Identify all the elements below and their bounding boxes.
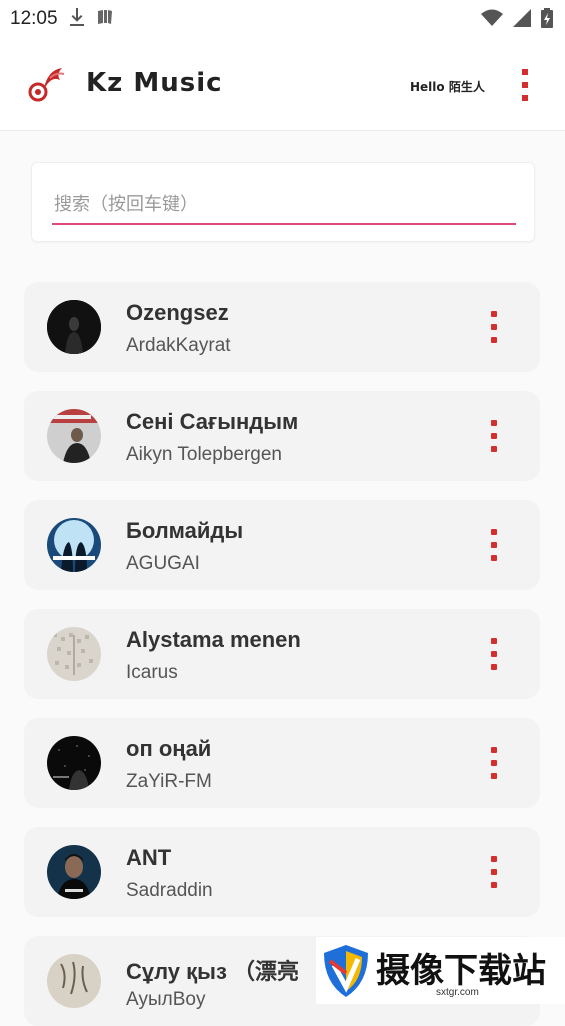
- book-icon: [96, 8, 114, 31]
- status-bar: 12:05: [0, 0, 565, 38]
- battery-icon: [541, 8, 553, 32]
- song-item[interactable]: Alystama menen Icarus: [24, 609, 540, 699]
- song-title: ANT: [126, 845, 172, 870]
- song-title: Ozengsez: [126, 300, 229, 325]
- song-more-button[interactable]: [488, 747, 500, 779]
- album-cover: [47, 954, 101, 1008]
- song-more-button[interactable]: [488, 638, 500, 670]
- song-item[interactable]: оп оңай ZaYiR-FM: [24, 718, 540, 808]
- song-more-button[interactable]: [488, 856, 500, 888]
- song-artist: AGUGAI: [126, 553, 200, 574]
- song-artist: ZaYiR-FM: [126, 771, 212, 792]
- app-title: Kz Music: [86, 68, 223, 98]
- song-more-button[interactable]: [488, 420, 500, 452]
- album-cover: [47, 736, 101, 790]
- album-cover: [47, 518, 101, 572]
- song-item[interactable]: Болмайды AGUGAI: [24, 500, 540, 590]
- music-note-logo: [26, 64, 68, 106]
- greeting-text: Hello 陌生人: [410, 80, 485, 94]
- status-time: 12:05: [10, 8, 58, 29]
- album-cover: [47, 409, 101, 463]
- song-title: Сұлу қыз （漂亮: [126, 959, 300, 984]
- song-item[interactable]: Сені Сағындым Aikyn Tolepbergen: [24, 391, 540, 481]
- song-title: Болмайды: [126, 518, 244, 543]
- album-cover: [47, 627, 101, 681]
- song-more-button[interactable]: [488, 311, 500, 343]
- watermark-url: sxtgr.com: [436, 987, 479, 998]
- wifi-icon: [481, 9, 503, 31]
- overflow-menu-button[interactable]: [517, 68, 533, 102]
- song-artist: ArdakKayrat: [126, 335, 231, 356]
- app-bar: Kz Music Hello 陌生人: [0, 38, 565, 131]
- search-input[interactable]: [52, 185, 516, 225]
- song-item[interactable]: Ozengsez ArdakKayrat: [24, 282, 540, 372]
- watermark-text: 摄像下载站: [376, 951, 546, 991]
- signal-icon: [513, 9, 531, 31]
- song-artist: Aikyn Tolepbergen: [126, 444, 282, 465]
- shield-logo-icon: [320, 943, 372, 1003]
- download-icon: [68, 7, 86, 32]
- song-title: оп оңай: [126, 736, 212, 761]
- album-cover: [47, 300, 101, 354]
- album-cover: [47, 845, 101, 899]
- song-title: Сені Сағындым: [126, 409, 299, 434]
- song-artist: АуылBoy: [126, 989, 206, 1010]
- search-card: [31, 162, 535, 242]
- song-artist: Sadraddin: [126, 880, 213, 901]
- song-more-button[interactable]: [488, 529, 500, 561]
- watermark: 摄像下载站 sxtgr.com: [316, 937, 565, 1004]
- song-artist: Icarus: [126, 662, 178, 683]
- song-title: Alystama menen: [126, 627, 301, 652]
- song-item[interactable]: ANT Sadraddin: [24, 827, 540, 917]
